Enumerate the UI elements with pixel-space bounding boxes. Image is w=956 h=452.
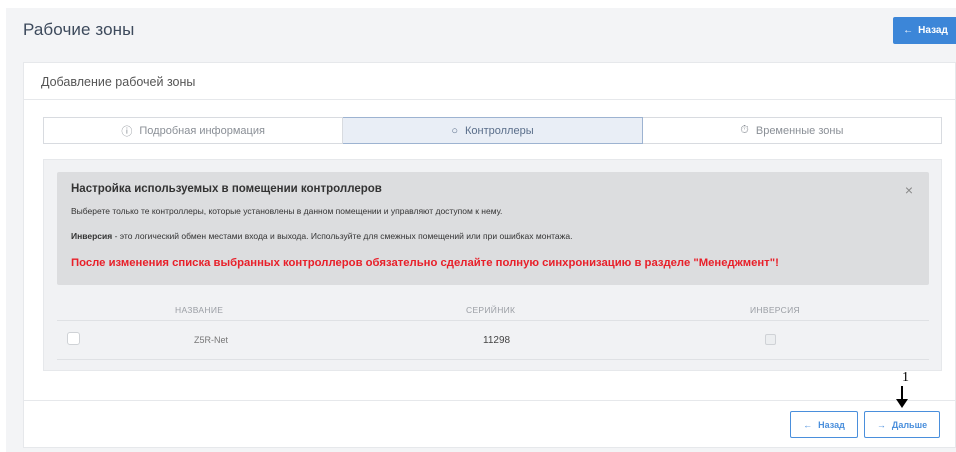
inversion-description: - это логический обмен местами входа и в… — [112, 231, 573, 241]
info-alert: Настройка используемых в помещении контр… — [57, 172, 929, 285]
controller-serial: 11298 — [483, 335, 511, 346]
inversion-term: Инверсия — [71, 231, 113, 241]
sync-warning: После изменения списка выбранных контрол… — [71, 257, 779, 269]
tab-label: Контроллеры — [465, 124, 534, 137]
tab-time-zones[interactable]: ⏱ Временные зоны — [642, 117, 942, 144]
tab-controllers[interactable]: ○ Контроллеры — [343, 117, 643, 144]
arrow-right-icon: → — [876, 419, 886, 430]
alert-text: Выберете только те контроллеры, которые … — [71, 206, 503, 216]
arrow-left-icon: ← — [803, 419, 813, 430]
inversion-checkbox[interactable] — [765, 334, 776, 345]
wizard-tabs: ⓘ Подробная информация ○ Контроллеры ⏱ В… — [43, 117, 942, 144]
next-button-label: Дальше — [891, 419, 928, 430]
column-header-name: НАЗВАНИЕ — [175, 305, 224, 315]
controllers-table: НАЗВАНИЕ СЕРИЙНИК ИНВЕРСИЯ Z5R-Net 11298 — [57, 298, 929, 360]
back-button-label: Назад — [918, 25, 948, 36]
close-icon[interactable]: × — [905, 182, 913, 198]
add-workzone-card: Добавление рабочей зоны ⓘ Подробная инфо… — [23, 62, 956, 448]
alert-inversion-text: Инверсия - это логический обмен местами … — [71, 231, 572, 241]
controller-name: Z5R-Net — [194, 335, 229, 345]
next-button[interactable]: → Дальше — [864, 411, 940, 438]
card-footer-divider — [24, 400, 955, 401]
controllers-panel: Настройка используемых в помещении контр… — [43, 159, 942, 371]
info-circle-icon: ⓘ — [121, 125, 133, 138]
arrow-left-icon: ← — [903, 25, 914, 36]
timer-icon: ⏱ — [740, 124, 749, 136]
table-row[interactable]: Z5R-Net 11298 — [57, 321, 929, 360]
column-header-inversion: ИНВЕРСИЯ — [750, 305, 800, 315]
card-title: Добавление рабочей зоны — [41, 75, 196, 89]
tab-label: Подробная информация — [139, 124, 265, 137]
back-button-label: Назад — [818, 419, 845, 430]
card-header: Добавление рабочей зоны — [24, 63, 955, 100]
annotation-arrow-down-icon — [896, 386, 908, 408]
back-button-top[interactable]: ← Назад — [893, 17, 956, 44]
page-title: Рабочие зоны — [23, 20, 135, 39]
annotation-number: 1 — [902, 370, 909, 385]
tab-label: Временные зоны — [755, 124, 844, 137]
column-header-serial: СЕРИЙНИК — [466, 305, 516, 315]
select-controller-checkbox[interactable] — [67, 332, 80, 345]
tab-details[interactable]: ⓘ Подробная информация — [43, 117, 344, 144]
back-button[interactable]: ← Назад — [790, 411, 858, 438]
controller-icon: ○ — [451, 124, 458, 137]
table-header: НАЗВАНИЕ СЕРИЙНИК ИНВЕРСИЯ — [57, 298, 929, 321]
alert-title: Настройка используемых в помещении контр… — [71, 183, 382, 195]
